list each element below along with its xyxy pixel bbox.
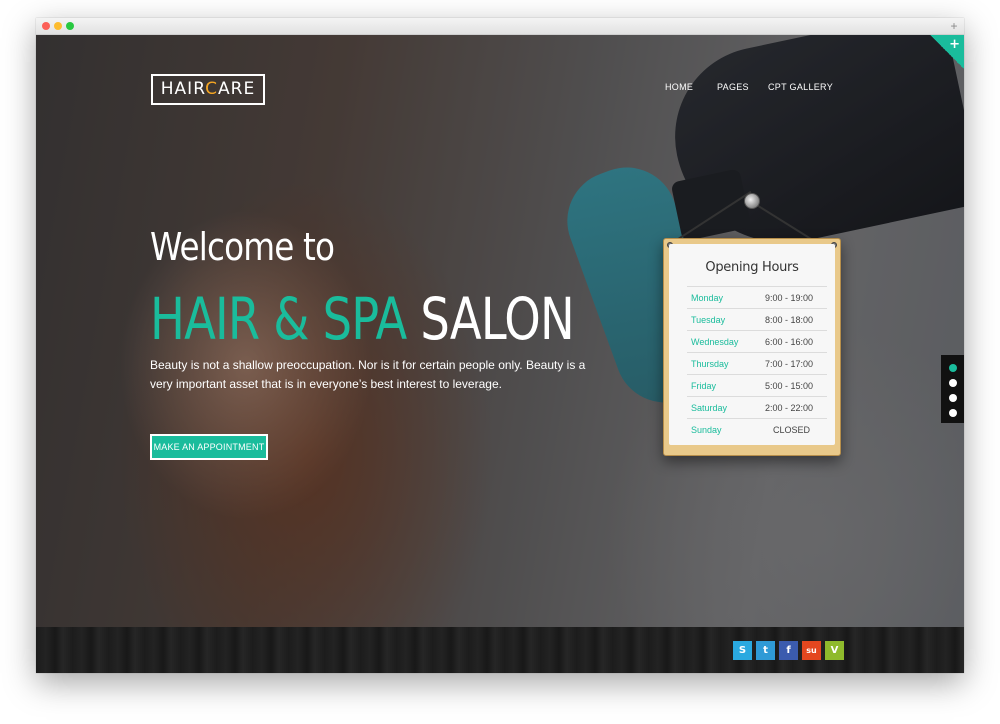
twitter-icon[interactable]: t bbox=[756, 641, 775, 660]
slide-dot-3[interactable] bbox=[949, 394, 957, 402]
hours-time: 9:00 - 19:00 bbox=[765, 293, 814, 303]
hours-time: 6:00 - 16:00 bbox=[765, 337, 814, 347]
slide-dot-1[interactable] bbox=[949, 364, 957, 372]
minimize-window-button[interactable] bbox=[54, 22, 62, 30]
hero-section: + HAIRCARE HOME PAGES CPT GALLERY Welcom… bbox=[36, 35, 964, 673]
hours-time: CLOSED bbox=[773, 425, 811, 435]
headline-plain: SALON bbox=[420, 285, 574, 353]
browser-titlebar: + bbox=[36, 18, 964, 35]
slide-dot-2[interactable] bbox=[949, 379, 957, 387]
hours-time: 2:00 - 22:00 bbox=[765, 403, 814, 413]
opening-hours-title: Opening Hours bbox=[705, 260, 799, 275]
corner-toggle[interactable]: + bbox=[930, 35, 964, 69]
new-tab-button[interactable]: + bbox=[948, 20, 960, 32]
hours-day: Monday bbox=[691, 293, 724, 303]
opening-hours-card: Opening Hours Monday 9:00 - 19:00 Tuesda… bbox=[669, 244, 835, 445]
stumbleupon-icon[interactable]: su bbox=[802, 641, 821, 660]
hours-row: Friday 5:00 - 15:00 bbox=[687, 374, 827, 396]
footer-bar: S t f su V bbox=[36, 627, 964, 673]
hours-day: Friday bbox=[691, 381, 717, 391]
hours-row: Monday 9:00 - 19:00 bbox=[687, 286, 827, 308]
hours-day: Tuesday bbox=[691, 315, 726, 325]
hours-time: 5:00 - 15:00 bbox=[765, 381, 814, 391]
make-appointment-button[interactable]: MAKE AN APPOINTMENT bbox=[150, 434, 268, 460]
headline-accent: HAIR & SPA bbox=[150, 285, 407, 353]
vimeo-icon[interactable]: V bbox=[825, 641, 844, 660]
hero-welcome: Welcome to bbox=[150, 225, 335, 269]
browser-window: + + HAIRCARE HOME PAGES CPT GALLERY Welc… bbox=[36, 18, 964, 673]
hero-headline: HAIR & SPA SALON bbox=[150, 285, 575, 353]
logo-c-icon: C bbox=[205, 79, 219, 99]
maximize-window-button[interactable] bbox=[66, 22, 74, 30]
nav-item-home[interactable]: HOME bbox=[665, 82, 693, 92]
hours-day: Thursday bbox=[691, 359, 729, 369]
nav-item-pages[interactable]: PAGES bbox=[717, 82, 749, 92]
logo-text-part2: ARE bbox=[218, 79, 256, 99]
hours-row: Tuesday 8:00 - 18:00 bbox=[687, 308, 827, 330]
site-logo[interactable]: HAIRCARE bbox=[151, 74, 265, 105]
hours-time: 7:00 - 17:00 bbox=[765, 359, 814, 369]
facebook-icon[interactable]: f bbox=[779, 641, 798, 660]
hours-time: 8:00 - 18:00 bbox=[765, 315, 814, 325]
opening-hours-sign: Opening Hours Monday 9:00 - 19:00 Tuesda… bbox=[663, 238, 841, 456]
hours-row: Wednesday 6:00 - 16:00 bbox=[687, 330, 827, 352]
plus-icon: + bbox=[949, 37, 960, 52]
hours-row: Sunday CLOSED bbox=[687, 418, 827, 440]
nail-icon bbox=[744, 193, 760, 209]
skype-icon[interactable]: S bbox=[733, 641, 752, 660]
hours-row: Thursday 7:00 - 17:00 bbox=[687, 352, 827, 374]
hours-day: Wednesday bbox=[691, 337, 739, 347]
logo-text-part1: HAIR bbox=[160, 79, 206, 99]
hours-day: Sunday bbox=[691, 425, 722, 435]
hours-day: Saturday bbox=[691, 403, 728, 413]
close-window-button[interactable] bbox=[42, 22, 50, 30]
hours-row: Saturday 2:00 - 22:00 bbox=[687, 396, 827, 418]
slider-pagination bbox=[941, 355, 964, 423]
hero-tagline: Beauty is not a shallow preoccupation. N… bbox=[150, 358, 586, 391]
slide-dot-4[interactable] bbox=[949, 409, 957, 417]
nav-item-cpt-gallery[interactable]: CPT GALLERY bbox=[768, 82, 833, 92]
